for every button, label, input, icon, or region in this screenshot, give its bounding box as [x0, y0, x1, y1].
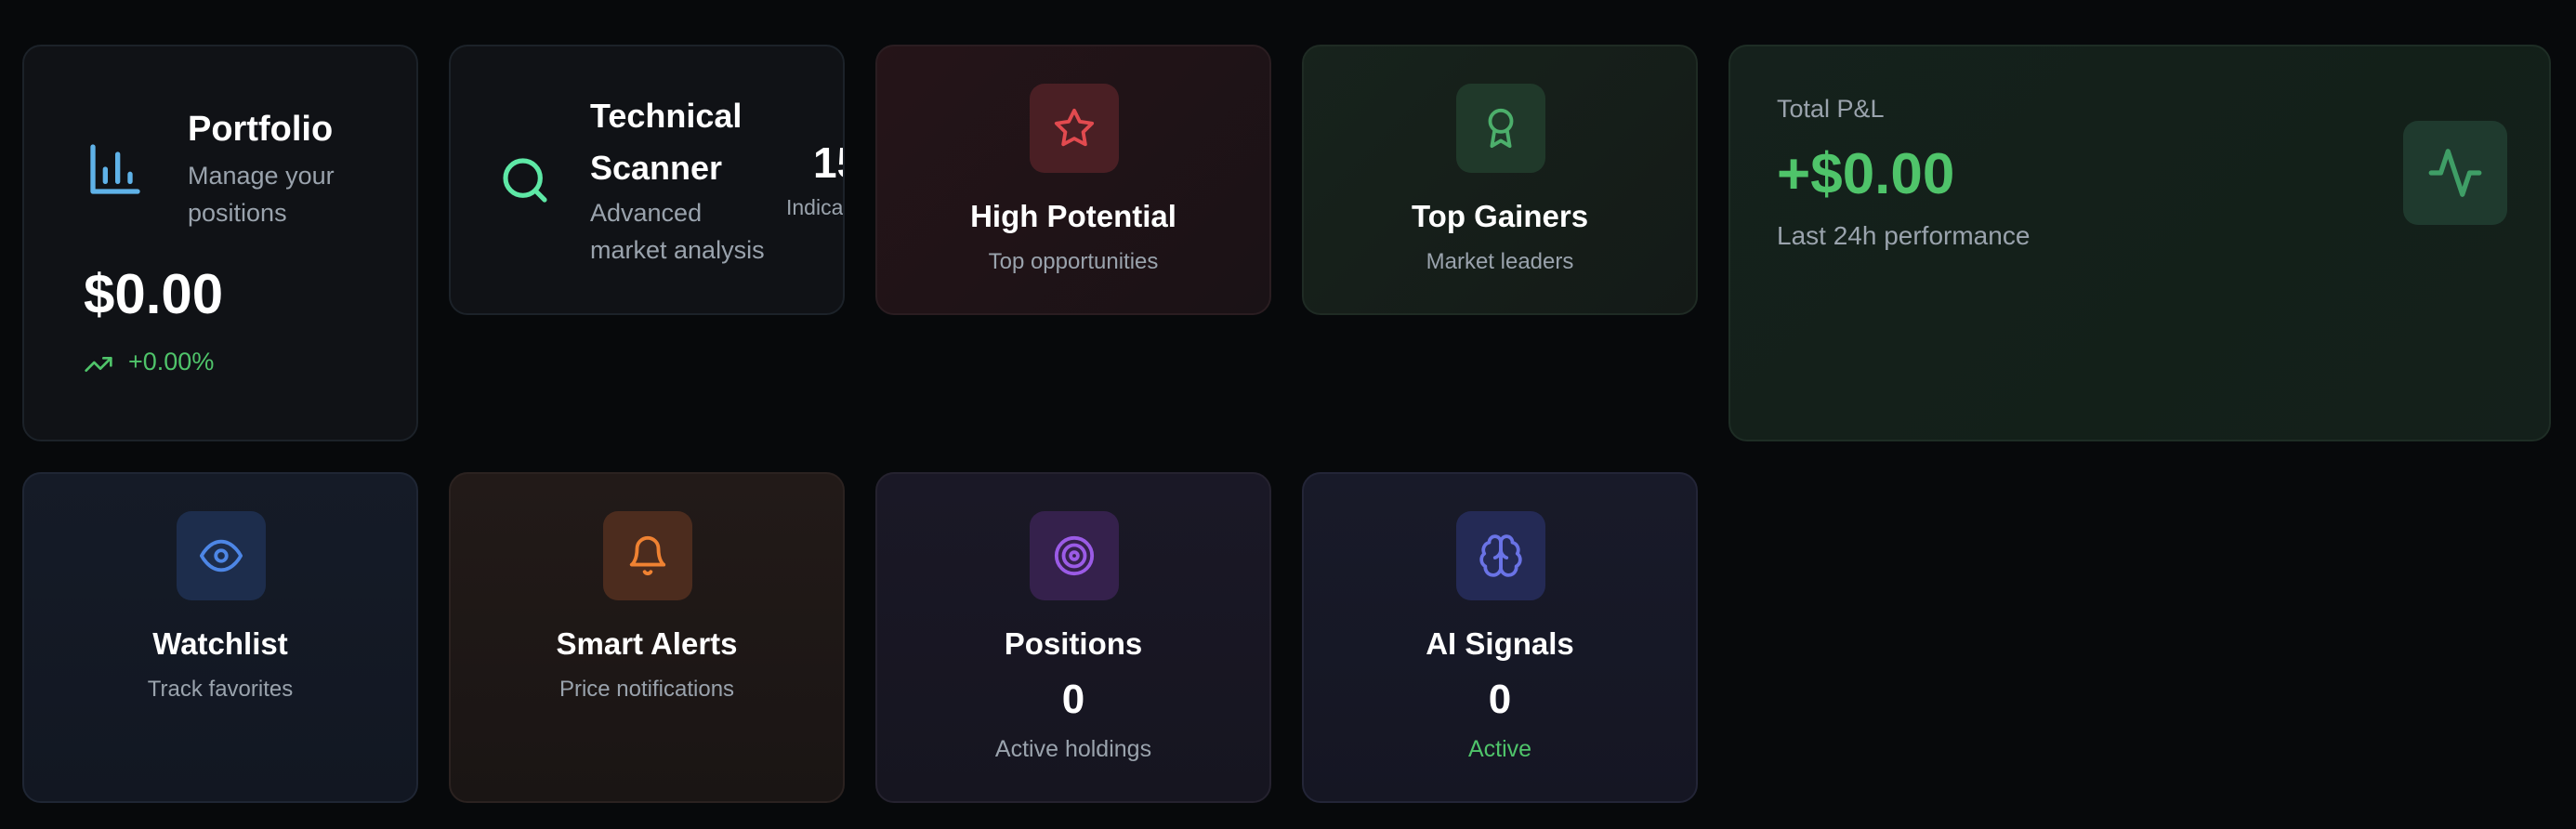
- award-icon: [1456, 84, 1545, 173]
- portfolio-value: $0.00: [84, 263, 224, 325]
- technical-scanner-card[interactable]: Technical Scanner Advanced market analys…: [449, 45, 845, 315]
- scanner-stat-label: Indicators: [786, 195, 844, 219]
- scanner-title-line2: Scanner: [590, 149, 723, 187]
- positions-card[interactable]: Positions 0 Active holdings: [875, 472, 1271, 803]
- bell-icon: [603, 511, 692, 600]
- portfolio-change: +0.00%: [128, 348, 215, 375]
- top-gainers-subtitle: Market leaders: [1426, 249, 1574, 274]
- activity-icon: [2403, 121, 2507, 225]
- brain-icon: [1456, 511, 1545, 600]
- eye-icon: [177, 511, 266, 600]
- ai-signals-caption: Active: [1467, 736, 1532, 762]
- watchlist-subtitle: Track favorites: [147, 677, 294, 702]
- portfolio-subtitle-line1: Manage your: [188, 162, 335, 190]
- watchlist-title: Watchlist: [152, 626, 288, 661]
- smart-alerts-card[interactable]: Smart Alerts Price notifications: [449, 472, 845, 803]
- watchlist-card[interactable]: Watchlist Track favorites: [22, 472, 418, 803]
- target-icon: [1030, 511, 1119, 600]
- top-gainers-card[interactable]: Top Gainers Market leaders: [1302, 45, 1698, 315]
- portfolio-title: Portfolio: [188, 110, 334, 149]
- scanner-subtitle-line2: market analysis: [590, 236, 765, 264]
- trending-up-icon: [84, 349, 113, 379]
- star-icon: [1030, 84, 1119, 173]
- ai-signals-card[interactable]: AI Signals 0 Active: [1302, 472, 1698, 803]
- scanner-stat-value: 15+: [813, 138, 843, 187]
- portfolio-card[interactable]: Portfolio Manage your positions $0.00 +0…: [22, 45, 418, 441]
- search-icon: [499, 154, 551, 206]
- portfolio-subtitle-line2: positions: [188, 199, 287, 227]
- total-pnl-value: +$0.00: [1777, 142, 1955, 206]
- smart-alerts-title: Smart Alerts: [556, 626, 738, 661]
- ai-signals-title: AI Signals: [1426, 626, 1574, 661]
- total-pnl-caption: Last 24h performance: [1777, 221, 2031, 250]
- high-potential-subtitle: Top opportunities: [988, 249, 1159, 274]
- high-potential-card[interactable]: High Potential Top opportunities: [875, 45, 1271, 315]
- positions-caption: Active holdings: [994, 736, 1152, 762]
- scanner-title-line1: Technical: [590, 97, 743, 135]
- smart-alerts-subtitle: Price notifications: [559, 677, 735, 702]
- top-gainers-title: Top Gainers: [1411, 199, 1589, 233]
- positions-title: Positions: [1004, 626, 1143, 661]
- ai-signals-count: 0: [1488, 677, 1512, 722]
- total-pnl-card[interactable]: Total P&L +$0.00 Last 24h performance: [1728, 45, 2551, 441]
- positions-count: 0: [1061, 677, 1085, 722]
- high-potential-title: High Potential: [970, 199, 1176, 233]
- total-pnl-label: Total P&L: [1777, 95, 1885, 123]
- scanner-subtitle-line1: Advanced: [590, 199, 703, 227]
- bar-chart-icon: [85, 139, 145, 199]
